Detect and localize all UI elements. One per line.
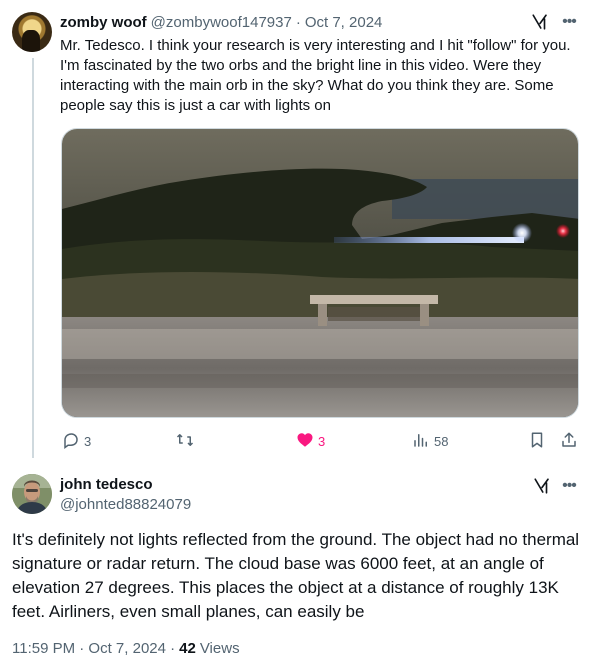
author-handle[interactable]: @zombywoof147937 — [151, 14, 292, 31]
retweet-button[interactable] — [176, 430, 194, 452]
views-label: Views — [199, 640, 240, 657]
tweet-meta: 11:59 PM · Oct 7, 2024 · 42 Views — [12, 640, 240, 657]
thread-connector-line — [32, 58, 34, 458]
tweet-actions: 3 3 58 — [60, 430, 580, 452]
tweet-timestamp[interactable]: 11:59 PM · Oct 7, 2024 · — [12, 640, 175, 657]
video-thumbnail[interactable] — [61, 128, 579, 418]
author-handle[interactable]: @johnted88824079 — [60, 496, 191, 513]
like-count: 3 — [318, 433, 326, 449]
retweet-icon — [176, 431, 194, 452]
reply-icon — [62, 431, 80, 452]
like-button[interactable]: 3 — [296, 430, 325, 452]
share-icon — [560, 431, 578, 452]
view-count: 58 — [434, 433, 449, 449]
views-icon — [412, 431, 430, 452]
tweet-text: It's definitely not lights reflected fro… — [12, 530, 580, 621]
heart-icon — [296, 431, 314, 452]
bookmark-icon — [528, 431, 546, 452]
avatar[interactable] — [12, 474, 52, 514]
reply-button[interactable]: 3 — [62, 430, 91, 452]
author-name[interactable]: john tedesco — [60, 476, 153, 493]
more-icon[interactable]: ••• — [558, 476, 580, 496]
grok-icon[interactable] — [530, 12, 550, 32]
tweet-header: zomby woof @zombywoof147937 · Oct 7, 202… — [60, 12, 382, 32]
reply-count: 3 — [84, 433, 92, 449]
tweet-date[interactable]: Oct 7, 2024 — [305, 14, 383, 31]
author-name[interactable]: zomby woof — [60, 14, 147, 31]
tweet-text: Mr. Tedesco. I think your research is ve… — [60, 37, 579, 114]
bookmark-button[interactable] — [528, 430, 546, 452]
share-button[interactable] — [560, 430, 578, 452]
avatar[interactable] — [12, 12, 52, 52]
avatar-silhouette — [22, 30, 40, 52]
grok-icon[interactable] — [532, 476, 552, 496]
more-icon[interactable]: ••• — [558, 12, 580, 32]
separator-dot: · — [295, 13, 301, 31]
views-count: 42 — [179, 640, 196, 657]
views-button[interactable]: 58 — [412, 430, 448, 452]
